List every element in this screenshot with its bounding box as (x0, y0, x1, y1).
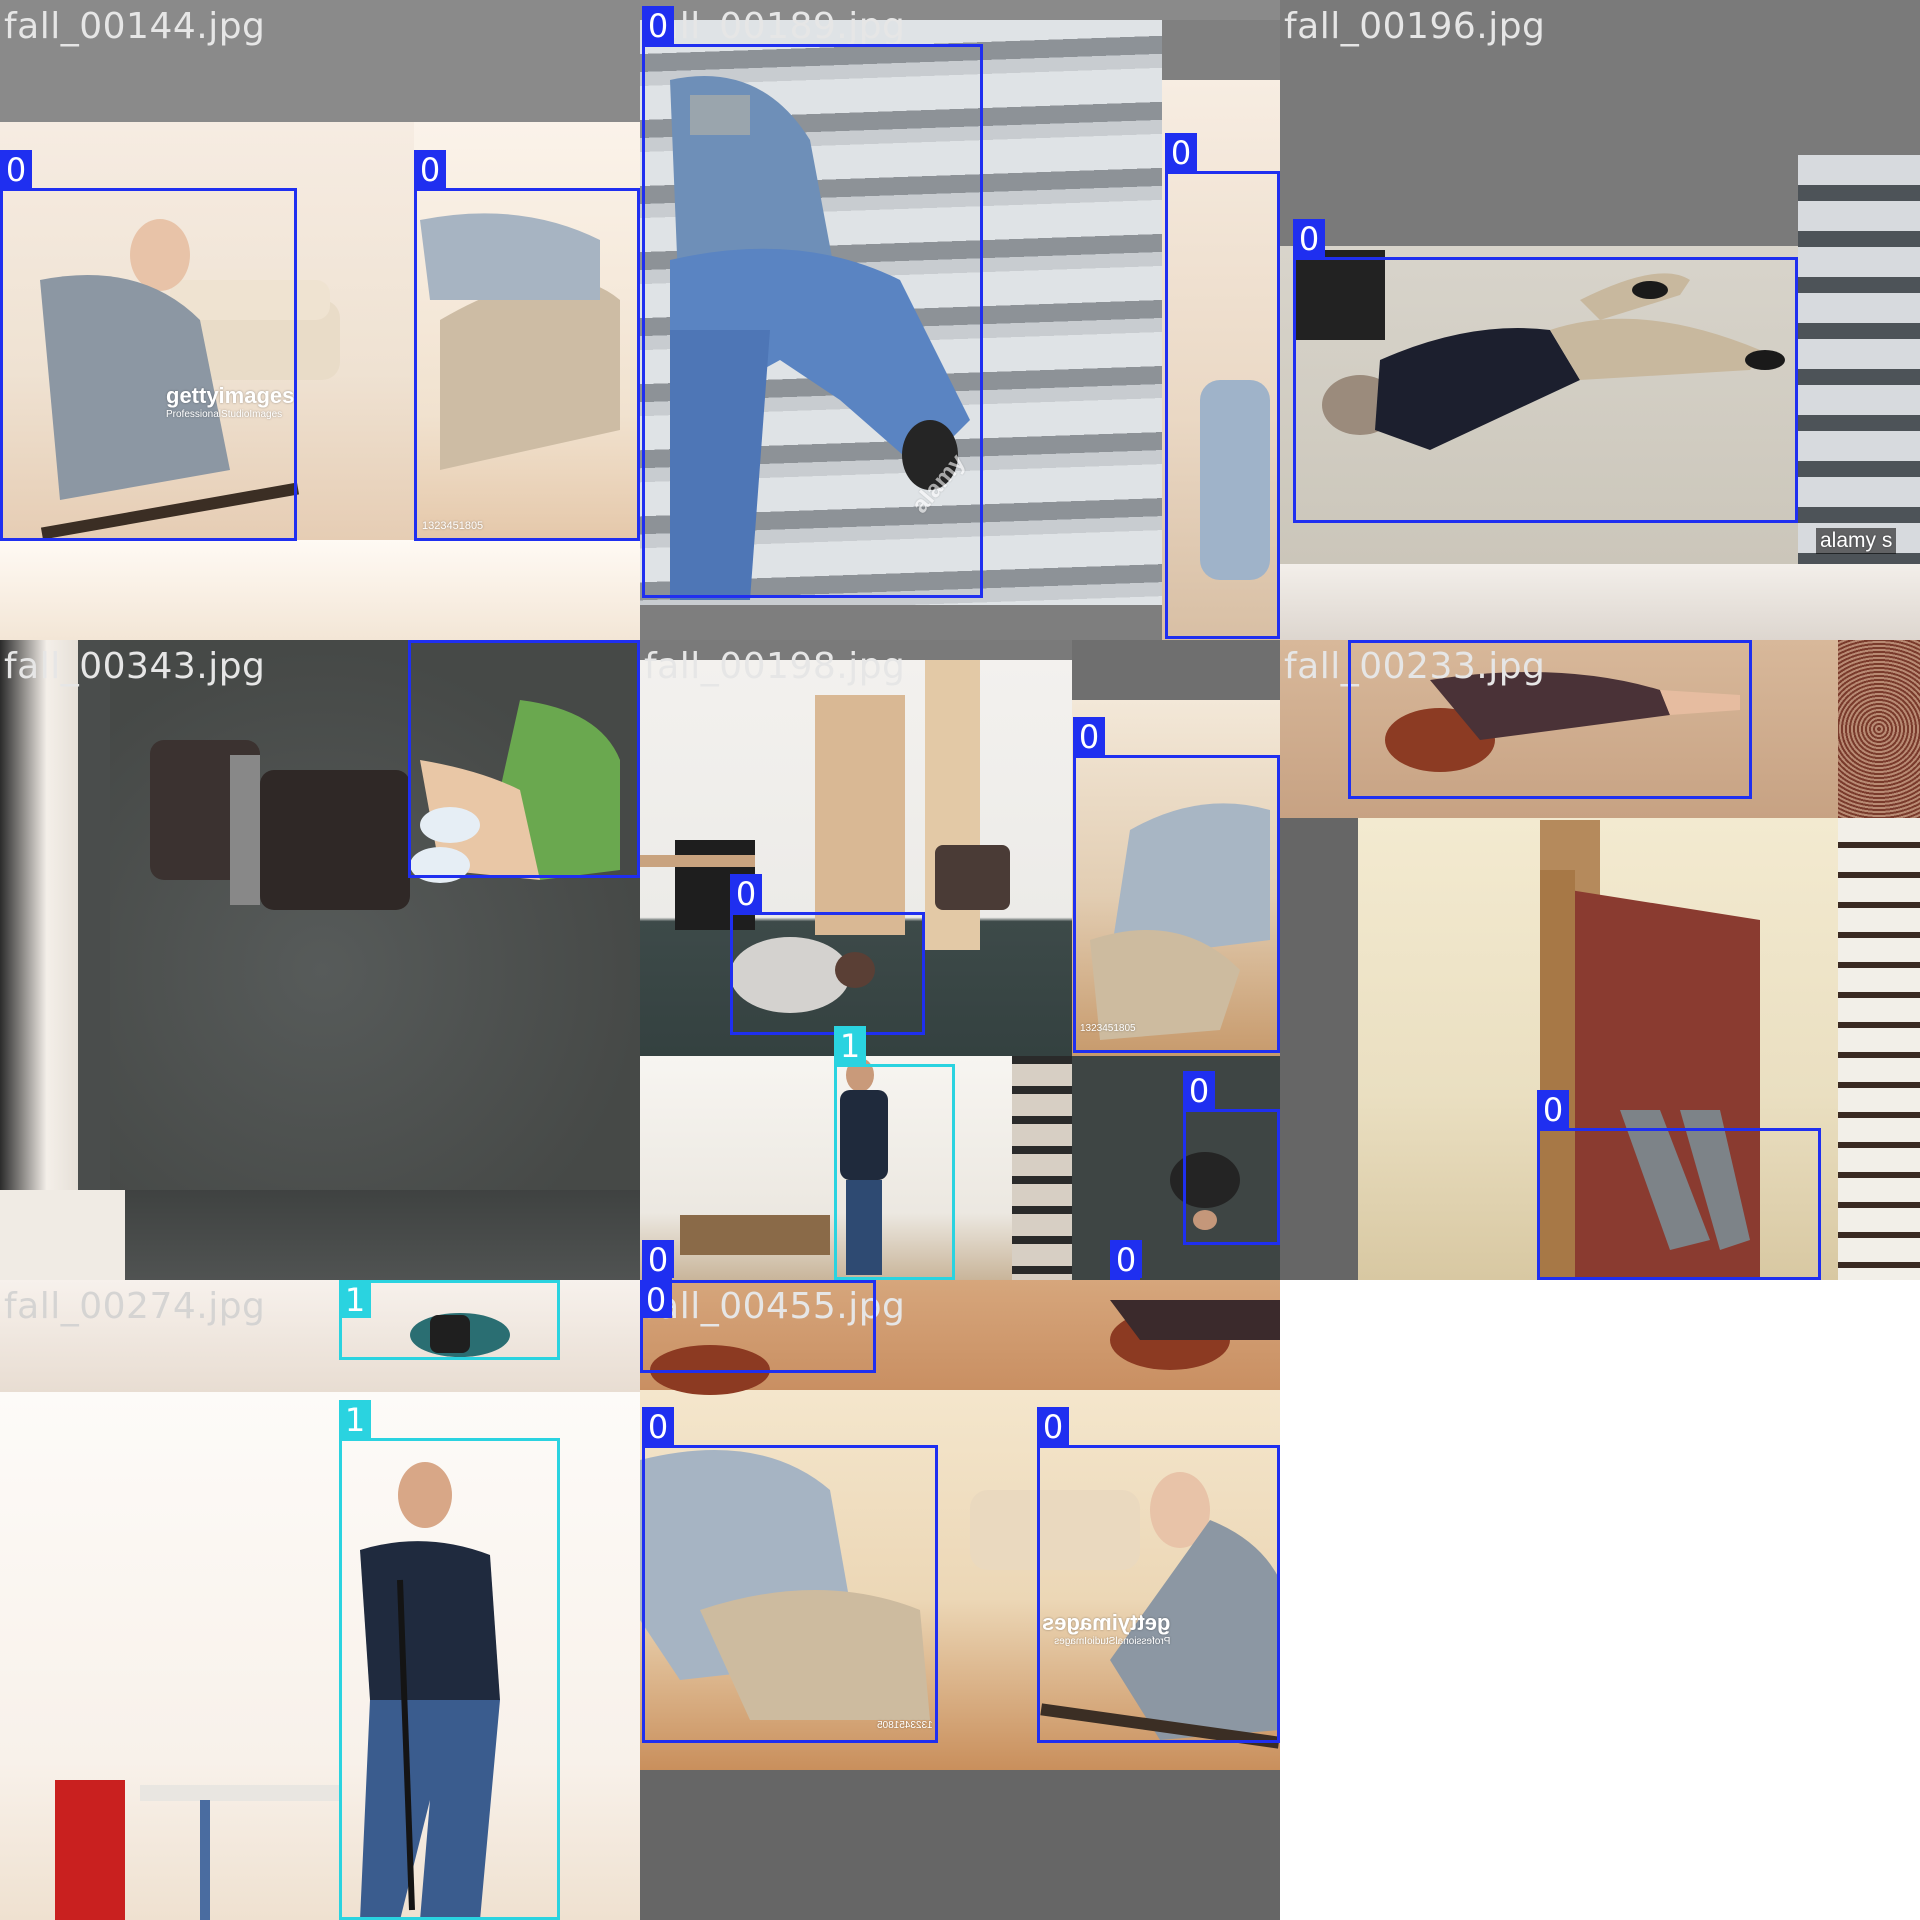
mosaic-tile-fall-00343: fall_00343.jpg 0 (0, 640, 640, 1280)
fall-detection-box: 0 (1073, 717, 1280, 1053)
mosaic-tile-fall-00455: gettyimages ProfessionalStudioImages 1323… (640, 1280, 1280, 1920)
fall-detection-box: 0 (414, 150, 640, 541)
fall-detection-box: 0 (1183, 1071, 1280, 1245)
class-label: 0 (642, 6, 674, 45)
fall-detection-box: 0 (0, 150, 297, 541)
fall-detection-box: 0 (408, 640, 640, 878)
fall-detection-box: 0 (1110, 1240, 1142, 1280)
image-filename: fall_00274.jpg (4, 1286, 266, 1327)
fall-detection-box: 0 (1348, 640, 1752, 799)
image-filename: fall_00144.jpg (4, 6, 266, 47)
fall-detection-box: 0 (1537, 1090, 1821, 1280)
class-label: 0 (642, 1407, 674, 1446)
mosaic-tile-fall-00198: 1323451805 fall_00198.jpg 0 0 1 0 0 0 (640, 640, 1280, 1280)
class-label: 0 (414, 150, 446, 189)
mosaic-tile-fall-00189: alamy fall_00189.jpg 0 0 (640, 0, 1280, 640)
class-label: 0 (1293, 219, 1325, 258)
mosaic-tile-fall-00274: fall_00274.jpg 1 1 (0, 1280, 640, 1920)
class-label: 0 (1165, 133, 1197, 172)
class-label: 0 (730, 874, 762, 913)
image-filename: fall_00343.jpg (4, 646, 266, 687)
fall-detection-box: 0 (730, 874, 925, 1035)
image-filename: fall_00189.jpg (644, 6, 906, 47)
mosaic-tile-fall-00196: alamy s fall_00196.jpg 0 (1280, 0, 1920, 640)
fall-detection-box: 0 (1037, 1407, 1280, 1743)
class-label: 1 (339, 1280, 371, 1319)
class-label: 0 (1073, 717, 1105, 756)
fall-detection-box: 0 (1293, 219, 1798, 523)
class-label: 0 (1037, 1407, 1069, 1446)
fall-detection-box: 0 (642, 1407, 938, 1743)
fall-detection-box: 0 (642, 6, 983, 598)
no-fall-detection-box: 1 (834, 1026, 955, 1280)
class-label: 0 (0, 150, 32, 189)
mosaic-tile-fall-00144: gettyimages ProfessionalStudioImages 1323… (0, 0, 640, 640)
image-filename: fall_00196.jpg (1284, 6, 1546, 47)
empty-mosaic-slot (1280, 1280, 1920, 1920)
class-label: 0 (640, 1280, 672, 1319)
class-label: 1 (339, 1400, 371, 1439)
fall-detection-box: 0 (640, 1280, 876, 1373)
no-fall-detection-box: 1 (339, 1400, 560, 1920)
class-label: 0 (1183, 1071, 1215, 1110)
no-fall-detection-box: 1 (339, 1280, 560, 1360)
class-label: 0 (642, 1240, 674, 1279)
class-label: 1 (834, 1026, 866, 1065)
class-label: 0 (1537, 1090, 1569, 1129)
image-filename: fall_00198.jpg (644, 646, 906, 687)
alamy-watermark: alamy s (1816, 528, 1897, 554)
class-label: 0 (1110, 1240, 1142, 1279)
mosaic-tile-fall-00233: fall_00233.jpg 0 0 (1280, 640, 1920, 1280)
fall-detection-box: 0 (1165, 133, 1280, 639)
